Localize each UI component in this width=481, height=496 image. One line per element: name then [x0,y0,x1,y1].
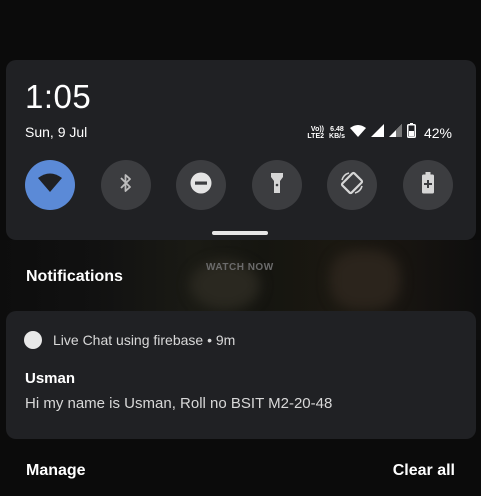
notification-title: Usman [25,370,76,387]
volte-label: Vo)) [310,126,325,133]
network-speed-value: 6.48 [330,126,344,133]
lte-label: LTE2 [307,133,325,140]
status-bar: Vo)) LTE2 6.48 KB/s 42% [307,123,452,143]
flashlight-tile[interactable] [252,160,302,210]
volte-indicator: Vo)) LTE2 [307,126,324,140]
battery-saver-icon [421,171,435,199]
wifi-icon [349,124,366,142]
app-icon [24,331,42,349]
flashlight-icon [270,172,284,199]
auto-rotate-icon [340,171,364,200]
do-not-disturb-tile[interactable] [176,160,226,210]
auto-rotate-tile[interactable] [327,160,377,210]
clock[interactable]: 1:05 [25,78,91,116]
wifi-icon [38,173,62,198]
drag-handle[interactable] [212,231,268,235]
notification-card[interactable]: Live Chat using firebase • 9m Usman Hi m… [6,311,476,439]
background-blur [330,250,400,310]
signal-icon [370,124,384,142]
battery-percentage: 42% [423,125,452,141]
notification-body: Hi my name is Usman, Roll no BSIT M2-20-… [25,395,333,412]
quick-settings-panel: 1:05 Sun, 9 Jul Vo)) LTE2 6.48 KB/s 42% [6,60,476,240]
notifications-header: Notifications [26,268,123,285]
network-speed: 6.48 KB/s [329,126,345,140]
battery-icon [406,123,416,143]
background-watch-now-text: WATCH NOW [206,262,274,273]
wifi-tile[interactable] [25,160,75,210]
network-speed-unit: KB/s [329,133,345,140]
notification-app-line: Live Chat using firebase • 9m [53,332,236,348]
date[interactable]: Sun, 9 Jul [25,124,87,140]
signal-icon [388,124,402,142]
do-not-disturb-icon [190,172,212,199]
bluetooth-tile[interactable] [101,160,151,210]
quick-settings-tiles [25,160,455,210]
clear-all-button[interactable]: Clear all [393,462,455,480]
bluetooth-icon [119,173,133,198]
battery-saver-tile[interactable] [403,160,453,210]
manage-button[interactable]: Manage [26,462,86,480]
